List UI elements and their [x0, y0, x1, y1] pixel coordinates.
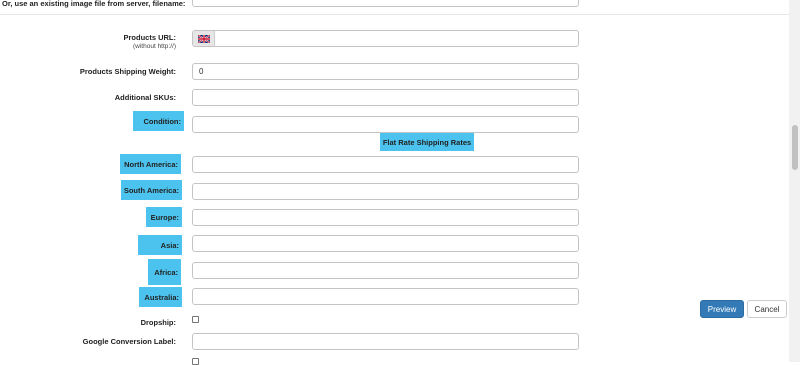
preview-button[interactable]: Preview: [700, 300, 744, 318]
north-america-input[interactable]: [192, 156, 579, 173]
africa-input[interactable]: [192, 262, 579, 279]
additional-skus-input[interactable]: [192, 89, 579, 106]
cancel-button[interactable]: Cancel: [747, 300, 787, 318]
south-america-label: South America:: [121, 180, 182, 200]
flat-rate-shipping-heading: Flat Rate Shipping Rates: [380, 133, 474, 151]
dropship-checkbox[interactable]: [192, 316, 199, 323]
shipping-weight-input[interactable]: [192, 63, 579, 80]
europe-input[interactable]: [192, 209, 579, 226]
products-url-label: Products URL:: [123, 33, 177, 42]
products-url-hint: (without http://): [133, 43, 176, 50]
australia-label: Australia:: [139, 287, 182, 307]
africa-label: Africa:: [148, 259, 181, 285]
scrollbar-thumb[interactable]: [792, 125, 798, 170]
google-conversion-label: Google Conversion Label:: [82, 337, 176, 346]
divider: [0, 14, 790, 15]
condition-input[interactable]: [192, 116, 579, 133]
shipping-weight-label: Products Shipping Weight:: [79, 67, 176, 76]
scrollbar-track[interactable]: [789, 0, 800, 362]
south-america-input[interactable]: [192, 183, 579, 200]
existing-image-label: Or, use an existing image file from serv…: [2, 0, 186, 8]
europe-label: Europe:: [146, 207, 182, 227]
australia-input[interactable]: [192, 288, 579, 305]
asia-input[interactable]: [192, 235, 579, 252]
google-conversion-input[interactable]: [192, 333, 579, 350]
condition-label: Condition:: [133, 111, 184, 131]
dropship-label: Dropship:: [140, 318, 176, 327]
products-url-input[interactable]: [192, 30, 579, 47]
uk-flag-icon: [193, 31, 215, 46]
additional-skus-label: Additional SKUs:: [114, 93, 176, 102]
existing-image-input[interactable]: [192, 0, 579, 7]
north-america-label: North America:: [120, 154, 181, 174]
asia-label: Asia:: [138, 235, 182, 255]
